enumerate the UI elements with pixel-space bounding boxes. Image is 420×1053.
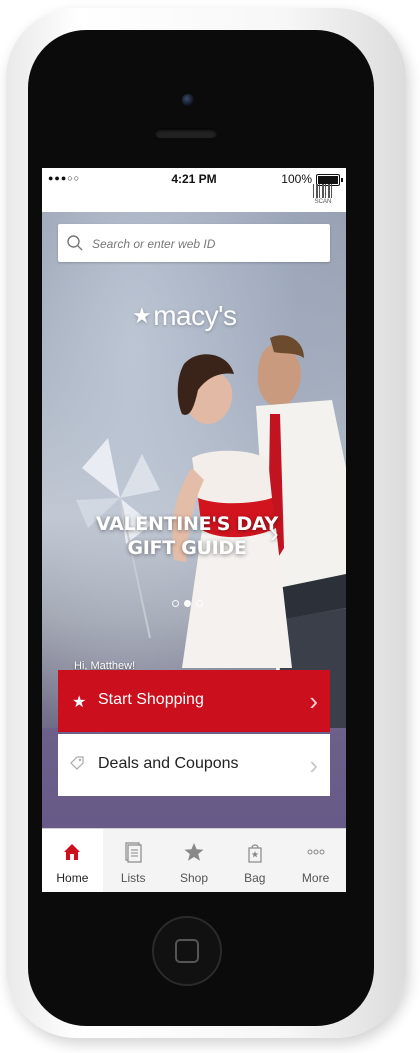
macys-logo: ★macy's bbox=[132, 300, 237, 332]
promo-banner[interactable]: VALENTINE'S DAY GIFT GUIDE bbox=[92, 512, 282, 560]
app-screen: ●●●○○ 4:21 PM 100% SCAN ★macy's VALENTIN… bbox=[42, 168, 346, 892]
search-icon bbox=[67, 235, 83, 251]
tab-lists[interactable]: Lists bbox=[103, 829, 164, 892]
chevron-right-icon: › bbox=[309, 686, 318, 716]
lists-icon bbox=[125, 842, 142, 863]
tab-shop-label: Shop bbox=[179, 871, 208, 885]
chevron-right-icon: › bbox=[309, 750, 318, 780]
star-icon bbox=[184, 843, 204, 861]
carousel-dot[interactable] bbox=[172, 600, 179, 607]
chevron-right-icon[interactable]: › bbox=[270, 518, 279, 549]
start-shopping-label: Start Shopping bbox=[98, 691, 204, 708]
tab-lists-label: Lists bbox=[120, 871, 146, 885]
scan-label: SCAN bbox=[314, 199, 332, 205]
tab-shop[interactable]: Shop bbox=[164, 829, 225, 892]
search-bar[interactable] bbox=[58, 224, 330, 262]
carousel-pagination[interactable] bbox=[172, 600, 203, 607]
app-header: SCAN bbox=[42, 184, 346, 212]
tab-more[interactable]: More bbox=[285, 829, 346, 892]
more-icon bbox=[307, 849, 325, 855]
front-camera bbox=[182, 94, 194, 106]
home-icon bbox=[64, 844, 81, 860]
banner-title-line2: GIFT GUIDE bbox=[127, 537, 247, 559]
earpiece-speaker bbox=[155, 128, 217, 138]
tag-icon bbox=[70, 756, 84, 770]
carousel-dot-active[interactable] bbox=[184, 600, 191, 607]
carousel-dot[interactable] bbox=[196, 600, 203, 607]
bag-icon bbox=[248, 844, 262, 863]
barcode-scan-button[interactable]: SCAN bbox=[310, 184, 336, 210]
search-input[interactable] bbox=[90, 234, 324, 254]
tab-bag-label: Bag bbox=[244, 871, 266, 885]
hardware-home-button[interactable] bbox=[152, 916, 222, 986]
deals-and-coupons-button[interactable]: Deals and Coupons › bbox=[58, 734, 330, 796]
tab-home[interactable]: Home bbox=[42, 829, 103, 892]
barcode-icon bbox=[313, 184, 333, 198]
macys-star-icon: ★ bbox=[132, 303, 152, 328]
bottom-tab-bar: Home Lists Shop Bag More bbox=[42, 828, 346, 892]
tab-more-label: More bbox=[301, 871, 330, 885]
logo-text: macy's bbox=[153, 300, 237, 331]
tab-bag[interactable]: Bag bbox=[224, 829, 285, 892]
status-bar: ●●●○○ 4:21 PM 100% bbox=[42, 168, 346, 190]
start-shopping-button[interactable]: ★ Start Shopping › bbox=[58, 670, 330, 732]
tab-home-label: Home bbox=[56, 871, 89, 885]
star-icon: ★ bbox=[72, 694, 87, 711]
battery-percentage: 100% bbox=[281, 172, 312, 186]
deals-label: Deals and Coupons bbox=[98, 755, 239, 772]
banner-title-line1: VALENTINE'S DAY bbox=[95, 513, 279, 535]
